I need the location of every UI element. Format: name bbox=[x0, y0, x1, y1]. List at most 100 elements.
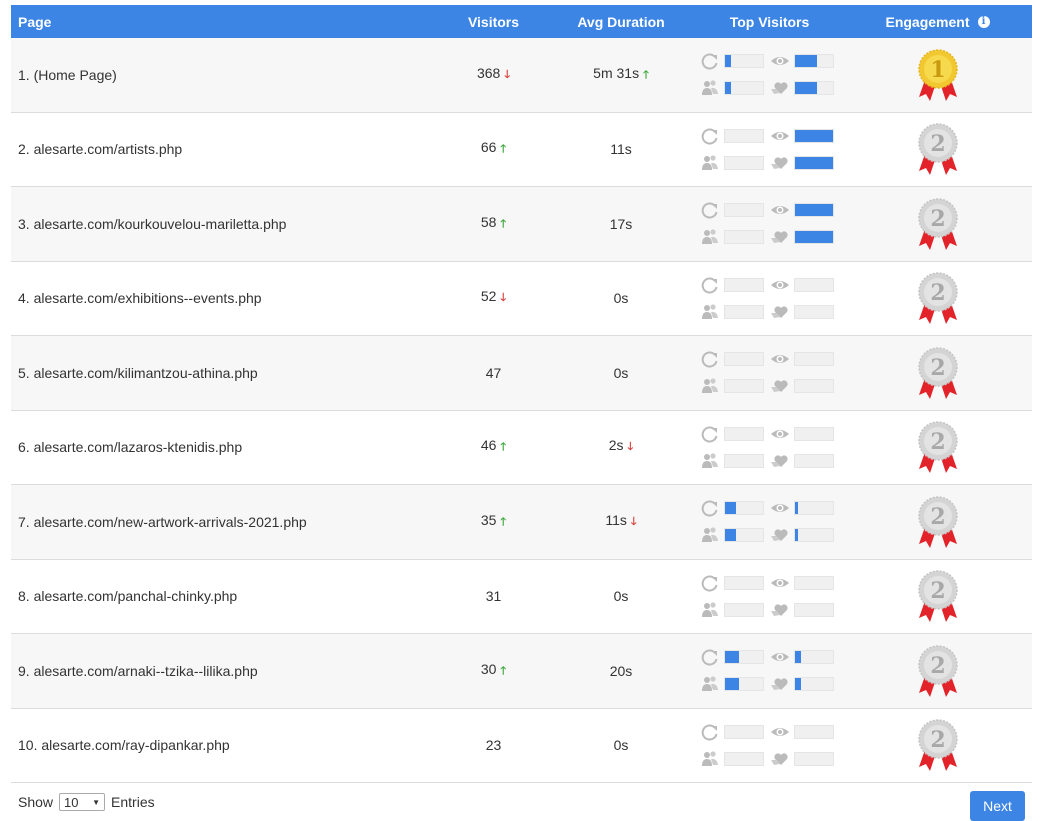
heart-hand-bar bbox=[793, 602, 834, 617]
trend-up-icon: 🡑 bbox=[500, 441, 507, 454]
people-bar bbox=[723, 751, 764, 766]
visitors-cell: 58 🡑 bbox=[441, 214, 546, 234]
table-row[interactable]: 10. alesarte.com/ray-dipankar.php 23 0s bbox=[11, 708, 1032, 783]
top-visitors-cell bbox=[696, 574, 843, 619]
heart-hand-icon bbox=[770, 377, 790, 395]
page-link[interactable]: 5. alesarte.com/kilimantzou-athina.php bbox=[11, 365, 441, 381]
medal-number: 2 bbox=[930, 280, 945, 306]
heart-hand-icon bbox=[770, 303, 790, 321]
refresh-bar bbox=[723, 128, 764, 143]
heart-hand-icon bbox=[770, 601, 790, 619]
heart-hand-bar bbox=[793, 230, 834, 245]
medal-number: 2 bbox=[930, 131, 945, 157]
eye-metric bbox=[770, 52, 840, 70]
people-metric bbox=[700, 377, 770, 395]
table-row[interactable]: 3. alesarte.com/kourkouvelou-mariletta.p… bbox=[11, 187, 1032, 262]
heart-hand-bar bbox=[793, 379, 834, 394]
heart-hand-metric bbox=[770, 750, 840, 768]
page-link[interactable]: 4. alesarte.com/exhibitions--events.php bbox=[11, 290, 441, 306]
heart-hand-metric bbox=[770, 79, 840, 97]
page-link[interactable]: 9. alesarte.com/arnaki--tzika--lilika.ph… bbox=[11, 663, 441, 679]
silver-medal-icon: 2 bbox=[843, 419, 1032, 475]
show-label: Show bbox=[18, 794, 54, 810]
duration-value: 2s bbox=[608, 437, 624, 454]
medal-number: 2 bbox=[930, 653, 945, 679]
header-avg-duration[interactable]: Avg Duration bbox=[546, 14, 696, 30]
refresh-icon bbox=[700, 350, 720, 368]
people-metric bbox=[700, 154, 770, 172]
page-link[interactable]: 2. alesarte.com/artists.php bbox=[11, 141, 441, 157]
refresh-bar bbox=[723, 575, 764, 590]
refresh-bar bbox=[723, 203, 764, 218]
visitors-value: 52 bbox=[480, 288, 497, 305]
eye-bar bbox=[793, 426, 834, 441]
duration-value: 0s bbox=[613, 737, 629, 754]
info-icon[interactable]: i bbox=[977, 15, 990, 28]
eye-bar bbox=[793, 277, 834, 292]
people-metric bbox=[700, 675, 770, 693]
people-bar bbox=[723, 155, 764, 170]
visitors-cell: 46 🡑 bbox=[441, 437, 546, 457]
table-row[interactable]: 4. alesarte.com/exhibitions--events.php … bbox=[11, 261, 1032, 336]
top-visitors-cell bbox=[696, 201, 843, 246]
trend-up-icon: 🡑 bbox=[643, 68, 649, 81]
page-link[interactable]: 1. (Home Page) bbox=[11, 67, 441, 83]
duration-cell: 0s bbox=[546, 588, 696, 604]
people-icon bbox=[700, 750, 720, 768]
page-link[interactable]: 3. alesarte.com/kourkouvelou-mariletta.p… bbox=[11, 216, 441, 232]
entries-select[interactable]: 10 ▼ bbox=[59, 793, 106, 811]
heart-hand-icon bbox=[770, 154, 790, 172]
refresh-metric bbox=[700, 499, 770, 517]
medal-number: 2 bbox=[930, 578, 945, 604]
header-engagement[interactable]: Engagement i bbox=[843, 14, 1032, 30]
page-link[interactable]: 10. alesarte.com/ray-dipankar.php bbox=[11, 737, 441, 753]
eye-icon bbox=[770, 425, 790, 443]
table-row[interactable]: 5. alesarte.com/kilimantzou-athina.php 4… bbox=[11, 336, 1032, 411]
eye-metric bbox=[770, 350, 840, 368]
table-row[interactable]: 6. alesarte.com/lazaros-ktenidis.php 46 🡑… bbox=[11, 410, 1032, 485]
duration-cell: 0s bbox=[546, 737, 696, 753]
refresh-icon bbox=[700, 201, 720, 219]
next-button[interactable]: Next bbox=[970, 791, 1025, 821]
refresh-metric bbox=[700, 648, 770, 666]
visitors-cell: 66 🡑 bbox=[441, 139, 546, 159]
page-link[interactable]: 7. alesarte.com/new-artwork-arrivals-202… bbox=[11, 514, 441, 530]
eye-bar bbox=[793, 501, 834, 516]
heart-hand-metric bbox=[770, 154, 840, 172]
top-visitors-cell bbox=[696, 127, 843, 172]
table-row[interactable]: 2. alesarte.com/artists.php 66 🡑 11s 2 bbox=[11, 112, 1032, 187]
table-body: 1. (Home Page) 368 🡓 5m 31s 🡑 1 2. alesa… bbox=[11, 38, 1032, 783]
page-link[interactable]: 8. alesarte.com/panchal-chinky.php bbox=[11, 588, 441, 604]
visitors-value: 47 bbox=[485, 364, 502, 381]
header-visitors[interactable]: Visitors bbox=[441, 14, 546, 30]
table-row[interactable]: 7. alesarte.com/new-artwork-arrivals-202… bbox=[11, 485, 1032, 560]
refresh-icon bbox=[700, 425, 720, 443]
silver-medal-icon: 2 bbox=[843, 196, 1032, 252]
table-row[interactable]: 9. alesarte.com/arnaki--tzika--lilika.ph… bbox=[11, 634, 1032, 709]
top-visitors-cell bbox=[696, 648, 843, 693]
trend-up-icon: 🡑 bbox=[500, 515, 507, 528]
pages-table: Page Visitors Avg Duration Top Visitors … bbox=[11, 5, 1032, 783]
table-row[interactable]: 8. alesarte.com/panchal-chinky.php 31 0s bbox=[11, 559, 1032, 634]
eye-metric bbox=[770, 574, 840, 592]
people-metric bbox=[700, 452, 770, 470]
medal-number: 2 bbox=[930, 727, 945, 753]
trend-down-icon: 🡓 bbox=[627, 441, 634, 454]
visitors-value: 368 bbox=[476, 64, 501, 81]
header-top-visitors[interactable]: Top Visitors bbox=[696, 14, 843, 30]
refresh-bar bbox=[723, 501, 764, 516]
eye-icon bbox=[770, 499, 790, 517]
silver-medal-icon: 2 bbox=[843, 270, 1032, 326]
entries-select-value: 10 bbox=[64, 794, 79, 810]
table-row[interactable]: 1. (Home Page) 368 🡓 5m 31s 🡑 1 bbox=[11, 38, 1032, 113]
visitors-cell: 52 🡓 bbox=[441, 288, 546, 308]
header-engagement-label: Engagement bbox=[885, 13, 970, 30]
visitors-value: 58 bbox=[480, 213, 497, 230]
duration-cell: 20s bbox=[546, 663, 696, 679]
page-link[interactable]: 6. alesarte.com/lazaros-ktenidis.php bbox=[11, 439, 441, 455]
people-metric bbox=[700, 750, 770, 768]
refresh-metric bbox=[700, 127, 770, 145]
header-page[interactable]: Page bbox=[11, 14, 441, 30]
duration-value: 20s bbox=[609, 662, 633, 679]
entries-control: Show 10 ▼ Entries bbox=[18, 793, 155, 811]
